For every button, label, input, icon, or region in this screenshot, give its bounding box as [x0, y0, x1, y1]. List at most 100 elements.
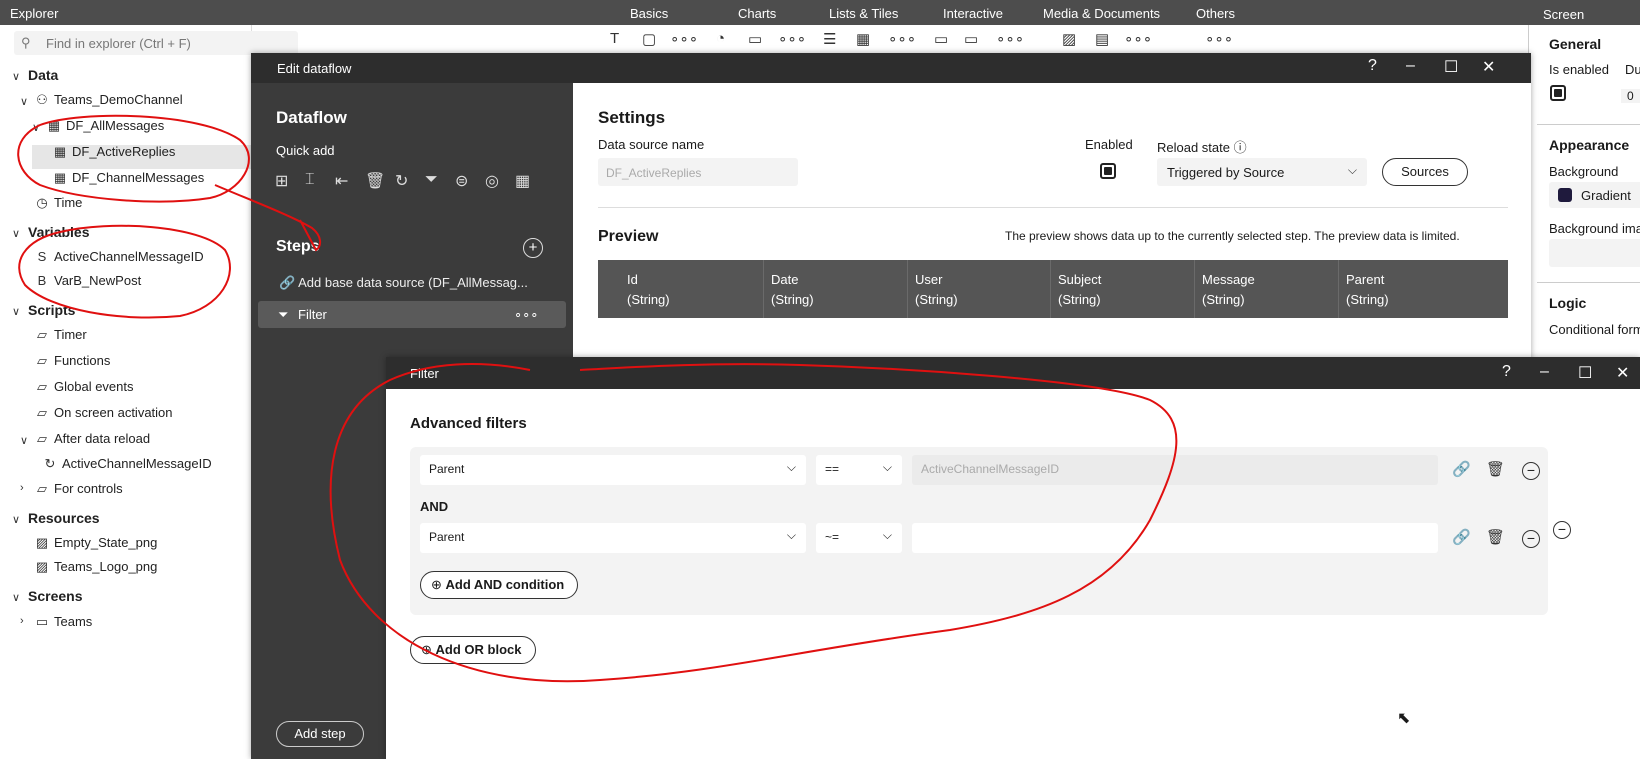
sources-button[interactable]: Sources	[1382, 158, 1468, 186]
remove-condition-icon[interactable]: −	[1522, 462, 1540, 480]
add-source-icon[interactable]: ⊞	[275, 171, 288, 191]
tree-item-variable[interactable]: B VarB_NewPost	[34, 273, 142, 288]
add-column-icon[interactable]: ⌶	[305, 171, 315, 189]
tree-item-teams-demochannel[interactable]: ⚇ Teams_DemoChannel	[34, 92, 182, 108]
pdf-icon[interactable]: ▤	[1095, 30, 1109, 48]
chevron-down-icon[interactable]: ∨	[20, 95, 28, 108]
step-filter[interactable]: ⏷ Filter ∘∘∘	[258, 301, 566, 328]
tree-item-df-activereplies[interactable]: ▦ DF_ActiveReplies	[52, 144, 175, 160]
tab-interactive[interactable]: Interactive	[943, 6, 1003, 21]
table-icon[interactable]: ▦	[856, 30, 870, 48]
section-variables[interactable]: Variables	[28, 224, 90, 240]
column-header[interactable]: Subject (String)	[1058, 270, 1101, 310]
tree-item-df-channelmessages[interactable]: ▦ DF_ChannelMessages	[52, 170, 204, 186]
background-picker[interactable]: Gradient	[1549, 182, 1640, 208]
maximize-icon[interactable]: ☐	[1444, 57, 1458, 77]
trash-icon[interactable]: 🗑	[1486, 528, 1505, 546]
filter-icon[interactable]: ⏷	[425, 171, 438, 189]
trash-icon[interactable]: 🗑	[1486, 460, 1505, 478]
sort-icon[interactable]: ⊜	[455, 171, 468, 191]
minimize-icon[interactable]: –	[1406, 57, 1415, 75]
section-screens[interactable]: Screens	[28, 588, 82, 604]
chevron-down-icon[interactable]: ∨	[20, 434, 28, 447]
step-base-source[interactable]: 🔗 Add base data source (DF_AllMessag...	[279, 275, 528, 291]
more-icon[interactable]: ∘∘∘	[670, 30, 698, 48]
tab-others[interactable]: Others	[1196, 6, 1235, 21]
tree-item-functions[interactable]: ▱ Functions	[34, 353, 110, 369]
list-icon[interactable]: ☰	[823, 30, 836, 48]
duration-input[interactable]: 0	[1621, 89, 1640, 103]
column-header[interactable]: Parent (String)	[1346, 270, 1389, 310]
section-data[interactable]: Data	[28, 67, 58, 83]
rename-icon[interactable]: ⇤	[335, 171, 348, 191]
rectangle-icon[interactable]: ▢	[642, 30, 656, 48]
tree-item-variable[interactable]: S ActiveChannelMessageID	[34, 249, 204, 264]
refresh-icon[interactable]: ↻	[395, 171, 408, 191]
chevron-down-icon[interactable]: ∨	[32, 121, 40, 134]
maximize-icon[interactable]: ☐	[1578, 363, 1592, 383]
tree-item-for-controls[interactable]: ▱ For controls	[34, 481, 123, 497]
remove-or-block-icon[interactable]: −	[1553, 521, 1571, 539]
progress-icon[interactable]: ▭	[748, 30, 762, 48]
is-enabled-checkbox[interactable]	[1550, 85, 1566, 101]
calculator-icon[interactable]: ▦	[515, 171, 530, 191]
tree-item-resource[interactable]: ▨ Empty_State_png	[34, 535, 158, 551]
column-header[interactable]: User (String)	[915, 270, 958, 310]
tree-item-global-events[interactable]: ▱ Global events	[34, 379, 134, 395]
tree-item-resource[interactable]: ▨ Teams_Logo_png	[34, 559, 158, 575]
more-icon[interactable]: ∘∘∘	[514, 307, 538, 323]
chevron-right-icon[interactable]: ›	[20, 482, 24, 494]
add-step-icon[interactable]: +	[523, 238, 543, 258]
input-icon[interactable]: ▭	[964, 30, 978, 48]
pie-chart-icon[interactable]: ◔	[716, 30, 725, 47]
reload-state-dropdown[interactable]: Triggered by Source ⌵	[1157, 158, 1367, 186]
explorer-search[interactable]: ⚲ Find in explorer (Ctrl + F)	[14, 31, 298, 55]
add-and-condition-button[interactable]: ⊕ Add AND condition	[420, 571, 578, 599]
data-source-name-input[interactable]: DF_ActiveReplies	[598, 158, 798, 186]
remove-condition-icon[interactable]: −	[1522, 530, 1540, 548]
more-icon[interactable]: ∘∘∘	[996, 30, 1024, 48]
tree-item-on-screen-activation[interactable]: ▱ On screen activation	[34, 405, 173, 421]
tab-lists-tiles[interactable]: Lists & Tiles	[829, 6, 898, 21]
tab-media-documents[interactable]: Media & Documents	[1043, 6, 1160, 21]
more-icon[interactable]: ∘∘∘	[1124, 30, 1152, 48]
image-icon[interactable]: ▨	[1062, 30, 1076, 48]
section-resources[interactable]: Resources	[28, 510, 100, 526]
delete-icon[interactable]: 🗑	[365, 171, 385, 191]
field-dropdown[interactable]: Parent ⌵	[420, 523, 806, 553]
link-icon[interactable]: 🔗	[1452, 460, 1471, 478]
operator-dropdown[interactable]: == ⌵	[816, 455, 902, 485]
add-step-button[interactable]: Add step	[276, 721, 364, 747]
chevron-down-icon[interactable]: ∨	[12, 513, 20, 526]
info-icon[interactable]: ⓘ	[1234, 140, 1247, 155]
help-icon[interactable]: ?	[1368, 57, 1377, 75]
field-dropdown[interactable]: Parent ⌵	[420, 455, 806, 485]
button-icon[interactable]: ▭	[934, 30, 948, 48]
minimize-icon[interactable]: –	[1540, 363, 1549, 381]
column-header[interactable]: Message (String)	[1202, 270, 1255, 310]
more-icon[interactable]: ∘∘∘	[1205, 30, 1233, 48]
tree-item-time[interactable]: ◷ Time	[34, 195, 82, 211]
operator-dropdown[interactable]: ~= ⌵	[816, 523, 902, 553]
more-icon[interactable]: ∘∘∘	[888, 30, 916, 48]
enabled-checkbox[interactable]	[1100, 163, 1116, 179]
tab-basics[interactable]: Basics	[630, 6, 668, 21]
value-input[interactable]	[912, 523, 1438, 553]
join-icon[interactable]: ◎	[485, 171, 499, 191]
chevron-down-icon[interactable]: ∨	[12, 591, 20, 604]
column-header[interactable]: Date (String)	[771, 270, 814, 310]
chevron-down-icon[interactable]: ∨	[12, 227, 20, 240]
tab-charts[interactable]: Charts	[738, 6, 776, 21]
text-icon[interactable]: T	[610, 30, 619, 47]
tree-item-timer[interactable]: ▱ Timer	[34, 327, 87, 343]
chevron-down-icon[interactable]: ∨	[12, 305, 20, 318]
column-header[interactable]: Id (String)	[627, 270, 670, 310]
background-image-input[interactable]	[1549, 239, 1640, 267]
tree-item-screen-teams[interactable]: ▭ Teams	[34, 614, 92, 630]
tree-item-df-allmessages[interactable]: ▦ DF_AllMessages	[46, 118, 164, 134]
close-icon[interactable]: ✕	[1616, 363, 1629, 383]
chevron-right-icon[interactable]: ›	[20, 615, 24, 627]
help-icon[interactable]: ?	[1502, 363, 1511, 381]
add-or-block-button[interactable]: ⊕ Add OR block	[410, 636, 536, 664]
section-scripts[interactable]: Scripts	[28, 302, 75, 318]
